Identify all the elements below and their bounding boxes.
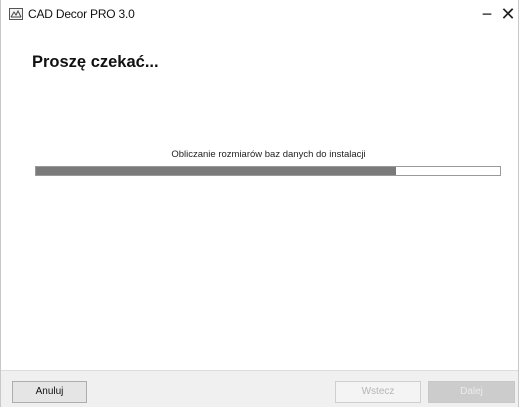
back-button[interactable]: Wstecz — [335, 381, 421, 403]
progress-bar-fill — [36, 167, 396, 175]
app-logo-icon — [9, 8, 23, 20]
progress-status-text: Obliczanie rozmiarów baz danych do insta… — [171, 149, 366, 160]
page-title: Proszę czekać... — [32, 53, 159, 71]
next-button[interactable]: Dalej — [428, 381, 515, 403]
installer-window: CAD Decor PRO 3.0 − ✕ Proszę czekać... O… — [0, 0, 519, 407]
footer-bar: Anuluj Wstecz Dalej — [1, 370, 518, 407]
window-title: CAD Decor PRO 3.0 — [28, 7, 135, 21]
cancel-button[interactable]: Anuluj — [12, 381, 87, 403]
progress-bar — [35, 166, 501, 176]
title-bar[interactable]: CAD Decor PRO 3.0 − ✕ — [1, 0, 518, 28]
minimize-button[interactable]: − — [476, 4, 498, 24]
close-button[interactable]: ✕ — [497, 4, 519, 24]
